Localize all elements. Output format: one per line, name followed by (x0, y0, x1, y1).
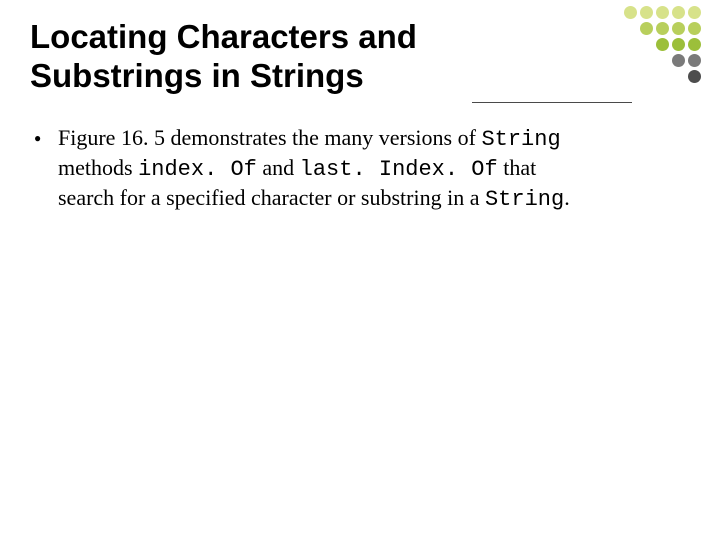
text-seg: . (564, 185, 570, 210)
code-span: String (485, 187, 564, 212)
dot-icon (688, 22, 701, 35)
dot-icon (688, 6, 701, 19)
dot-icon (672, 22, 685, 35)
bullet-marker: ● (34, 124, 44, 214)
dot-icon (672, 6, 685, 19)
dot-icon (672, 54, 685, 67)
dot-icon (672, 38, 685, 51)
code-span: String (481, 127, 560, 152)
slide: Locating Characters and Substrings in St… (0, 0, 720, 540)
bullet-text: Figure 16. 5 demonstrates the many versi… (58, 124, 594, 214)
dot-icon (624, 6, 637, 19)
decorative-dot-grid (624, 6, 702, 84)
text-seg: and (257, 155, 300, 180)
bullet-item: ● Figure 16. 5 demonstrates the many ver… (34, 124, 594, 214)
dot-icon (640, 22, 653, 35)
title-line-1: Locating Characters and (30, 18, 417, 55)
horizontal-rule (472, 102, 632, 103)
dot-icon (656, 38, 669, 51)
dot-icon (656, 22, 669, 35)
slide-title: Locating Characters and Substrings in St… (30, 18, 450, 96)
dot-icon (688, 38, 701, 51)
text-seg: methods (58, 155, 138, 180)
dot-icon (688, 70, 701, 83)
code-span: last. Index. Of (300, 157, 498, 182)
dot-icon (688, 54, 701, 67)
dot-icon (640, 6, 653, 19)
dot-icon (656, 6, 669, 19)
title-line-2: Substrings in Strings (30, 57, 364, 94)
code-span: index. Of (138, 157, 257, 182)
text-seg: Figure 16. 5 demonstrates the many versi… (58, 125, 481, 150)
